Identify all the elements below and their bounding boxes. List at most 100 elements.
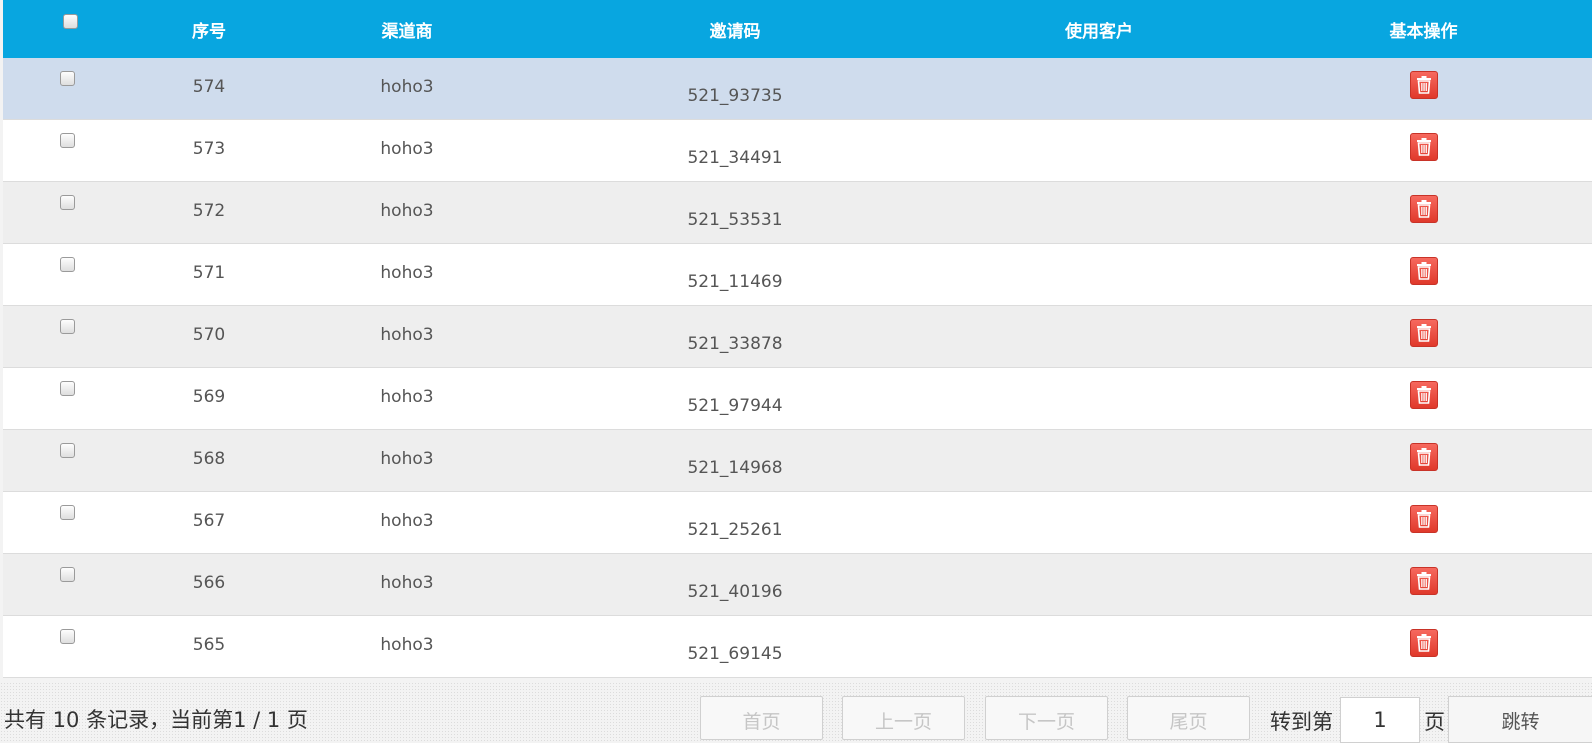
row-channel: hoho3: [287, 553, 527, 616]
row-channel: hoho3: [287, 243, 527, 306]
column-header-id: 序号: [131, 0, 287, 58]
row-checkbox[interactable]: [59, 442, 75, 458]
delete-button[interactable]: [1409, 567, 1438, 595]
row-id: 573: [131, 119, 287, 182]
next-page-button[interactable]: 下一页: [985, 696, 1108, 740]
row-select-cell: [3, 367, 131, 430]
delete-button[interactable]: [1409, 257, 1438, 285]
delete-button[interactable]: [1409, 133, 1438, 161]
row-actions: [1255, 181, 1592, 244]
row-id-text: 567: [192, 510, 226, 531]
row-checkbox[interactable]: [59, 504, 75, 520]
row-checkbox[interactable]: [59, 70, 75, 86]
delete-button[interactable]: [1409, 71, 1438, 99]
row-channel-text: hoho3: [380, 634, 434, 655]
pagination-bar: 共有 10 条记录，当前第1 / 1 页 首页 上一页 下一页 尾页 转到第 页…: [0, 682, 1592, 743]
row-checkbox[interactable]: [59, 628, 75, 644]
row-channel: hoho3: [287, 615, 527, 678]
row-channel-text: hoho3: [380, 386, 434, 407]
row-channel-text: hoho3: [380, 510, 434, 531]
row-id-text: 566: [192, 572, 226, 593]
row-id: 565: [131, 615, 287, 678]
row-invite-code-text: 521_14968: [687, 457, 783, 478]
row-id: 571: [131, 243, 287, 306]
row-select-cell: [3, 615, 131, 678]
row-actions: [1255, 58, 1592, 120]
row-channel-text: hoho3: [380, 200, 434, 221]
delete-button[interactable]: [1409, 505, 1438, 533]
prev-page-button[interactable]: 上一页: [842, 696, 965, 740]
table-row[interactable]: 570 hoho3 521_33878: [3, 305, 1592, 368]
first-page-button[interactable]: 首页: [700, 696, 823, 740]
delete-button[interactable]: [1409, 319, 1438, 347]
row-invite-code-text: 521_25261: [687, 519, 783, 540]
table-row[interactable]: 573 hoho3 521_34491: [3, 119, 1592, 182]
row-channel: hoho3: [287, 181, 527, 244]
row-invite-code: 521_34491: [527, 119, 943, 182]
row-customer: [943, 305, 1255, 368]
row-customer: [943, 243, 1255, 306]
last-page-button[interactable]: 尾页: [1127, 696, 1250, 740]
row-checkbox[interactable]: [59, 566, 75, 582]
row-checkbox[interactable]: [59, 194, 75, 210]
table-row[interactable]: 574 hoho3 521_93735: [3, 58, 1592, 120]
row-checkbox[interactable]: [59, 256, 75, 272]
table-row[interactable]: 565 hoho3 521_69145: [3, 615, 1592, 678]
table-row[interactable]: 566 hoho3 521_40196: [3, 553, 1592, 616]
row-id: 570: [131, 305, 287, 368]
row-actions: [1255, 491, 1592, 554]
column-header-channel: 渠道商: [287, 0, 527, 58]
row-invite-code-text: 521_97944: [687, 395, 783, 416]
row-invite-code-text: 521_53531: [687, 209, 783, 230]
row-select-cell: [3, 429, 131, 492]
table-row[interactable]: 568 hoho3 521_14968: [3, 429, 1592, 492]
row-id: 568: [131, 429, 287, 492]
row-actions: [1255, 615, 1592, 678]
row-id-text: 572: [192, 200, 226, 221]
row-select-cell: [3, 119, 131, 182]
delete-button[interactable]: [1409, 195, 1438, 223]
row-invite-code-text: 521_33878: [687, 333, 783, 354]
row-id: 567: [131, 491, 287, 554]
table-row[interactable]: 569 hoho3 521_97944: [3, 367, 1592, 430]
jump-button[interactable]: 跳转: [1448, 696, 1592, 743]
row-select-cell: [3, 58, 131, 120]
row-invite-code: 521_97944: [527, 367, 943, 430]
delete-button[interactable]: [1409, 629, 1438, 657]
page-number-input[interactable]: [1340, 697, 1420, 743]
row-invite-code: 521_25261: [527, 491, 943, 554]
row-customer: [943, 491, 1255, 554]
row-channel-text: hoho3: [380, 138, 434, 159]
row-channel: hoho3: [287, 367, 527, 430]
delete-button[interactable]: [1409, 381, 1438, 409]
select-all-checkbox[interactable]: [62, 14, 78, 29]
row-checkbox[interactable]: [59, 380, 75, 396]
table-row[interactable]: 567 hoho3 521_25261: [3, 491, 1592, 554]
table-row[interactable]: 571 hoho3 521_11469: [3, 243, 1592, 306]
row-checkbox[interactable]: [59, 132, 75, 148]
row-id-text: 565: [192, 634, 226, 655]
channel-invite-code-page: 序号 渠道商 邀请码 使用客户 基本操作 574 hoho3 521_93735 57…: [0, 0, 1592, 743]
row-invite-code-text: 521_69145: [687, 643, 783, 664]
table-row[interactable]: 572 hoho3 521_53531: [3, 181, 1592, 244]
row-invite-code: 521_93735: [527, 58, 943, 120]
row-customer: [943, 181, 1255, 244]
row-actions: [1255, 367, 1592, 430]
row-checkbox[interactable]: [59, 318, 75, 334]
row-channel: hoho3: [287, 305, 527, 368]
goto-label: 转到第: [1270, 710, 1333, 734]
row-actions: [1255, 429, 1592, 492]
row-id-text: 573: [192, 138, 226, 159]
row-actions: [1255, 243, 1592, 306]
row-invite-code-text: 521_11469: [687, 271, 783, 292]
row-customer: [943, 429, 1255, 492]
row-channel: hoho3: [287, 58, 527, 120]
row-select-cell: [3, 181, 131, 244]
row-id: 569: [131, 367, 287, 430]
row-invite-code-text: 521_40196: [687, 581, 783, 602]
row-id: 574: [131, 58, 287, 120]
delete-button[interactable]: [1409, 443, 1438, 471]
table-header-row: 序号 渠道商 邀请码 使用客户 基本操作: [3, 0, 1592, 58]
row-channel-text: hoho3: [380, 76, 434, 97]
row-id-text: 571: [192, 262, 226, 283]
